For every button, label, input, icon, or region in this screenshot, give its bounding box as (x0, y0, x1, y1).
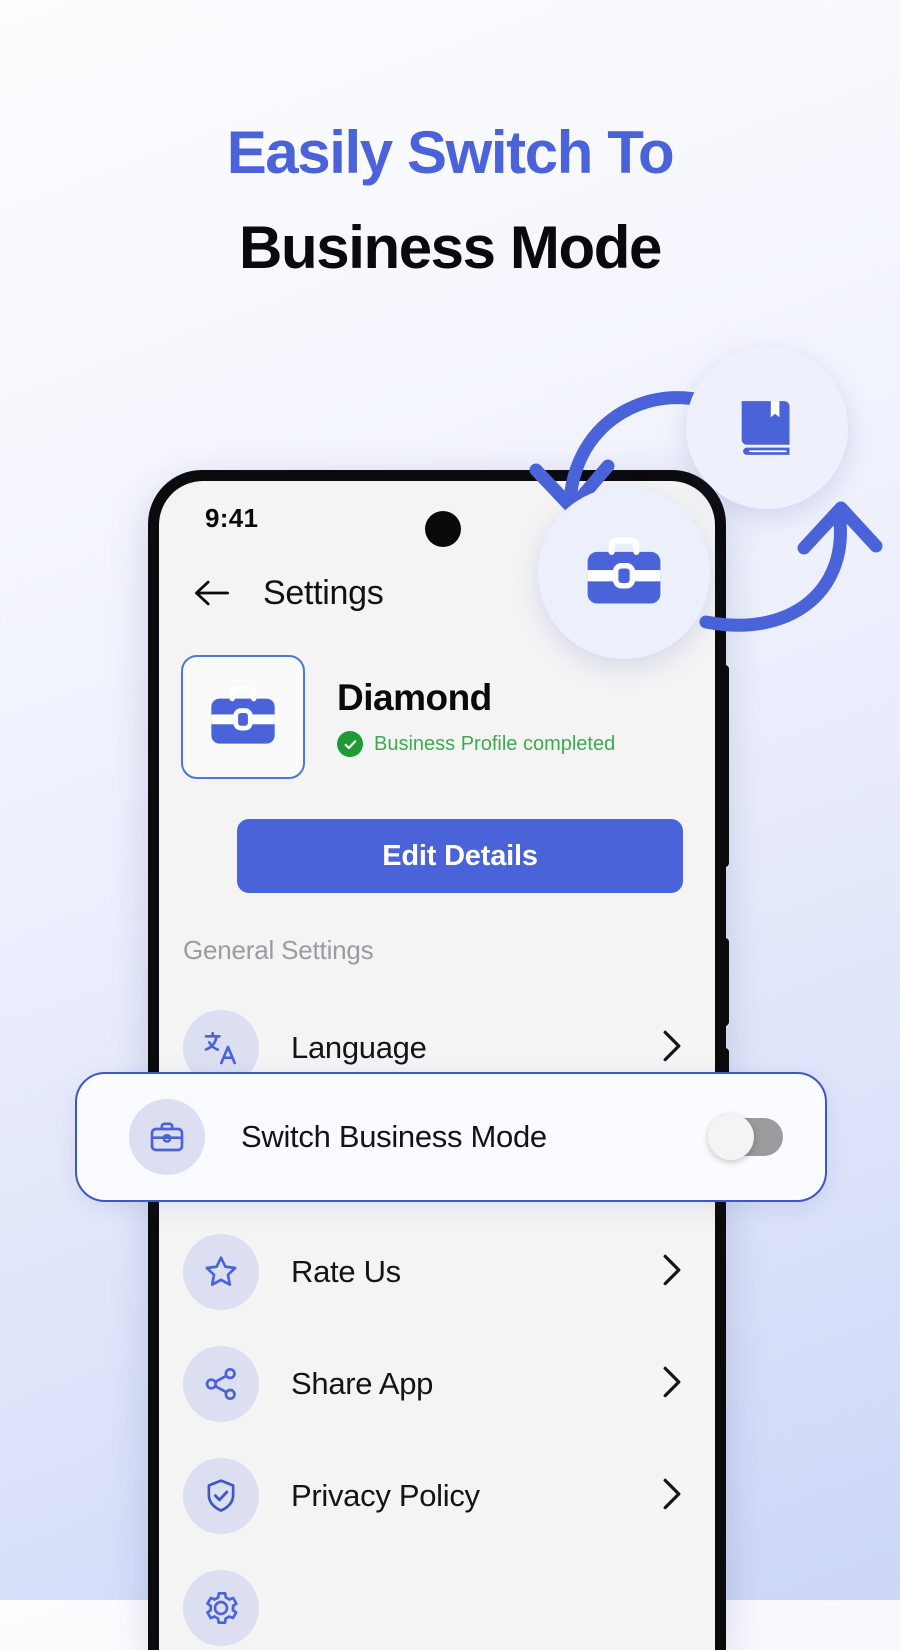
chevron-glyph (663, 1030, 681, 1061)
volume-button[interactable] (722, 665, 729, 867)
chevron-right-icon (661, 1477, 683, 1516)
page-title: Easily Switch To Business Mode (0, 119, 900, 282)
chevron-right-icon (661, 1365, 683, 1404)
back-button[interactable] (183, 564, 241, 622)
setting-row-rate-us[interactable]: Rate Us (159, 1216, 715, 1328)
power-button[interactable] (722, 938, 729, 1026)
setting-label: Language (291, 1030, 427, 1065)
briefcase-icon (211, 686, 275, 744)
star-icon (183, 1234, 259, 1310)
setting-row-privacy-policy[interactable]: Privacy Policy (159, 1440, 715, 1552)
briefcase-outline-glyph (150, 1122, 184, 1152)
toggle-knob (708, 1114, 754, 1160)
check-glyph (344, 739, 356, 749)
share-icon (183, 1346, 259, 1422)
chevron-right-icon (661, 1253, 683, 1292)
setting-row-share-app[interactable]: Share App (159, 1328, 715, 1440)
shield-check-glyph (207, 1479, 235, 1512)
chevron-glyph (663, 1478, 681, 1509)
setting-label: Rate Us (291, 1254, 401, 1289)
shield-check-icon (183, 1458, 259, 1534)
avatar (181, 655, 305, 779)
settings-gear-icon (183, 1570, 259, 1646)
briefcase-outline-icon (129, 1099, 205, 1175)
headline-line-1: Easily Switch To (226, 119, 675, 186)
edit-details-button[interactable]: Edit Details (237, 819, 683, 893)
arrow-left-icon (195, 580, 229, 606)
setting-label: Share App (291, 1366, 434, 1401)
check-circle-icon (337, 731, 363, 757)
camera-punch-hole (425, 511, 461, 547)
profile-status-text: Business Profile completed (374, 732, 616, 755)
setting-row-partial[interactable] (159, 1552, 715, 1650)
status-time: 9:41 (205, 502, 259, 533)
briefcase-icon (587, 537, 661, 604)
setting-label: Privacy Policy (291, 1478, 480, 1513)
book-icon (741, 401, 790, 455)
book-badge (686, 347, 848, 509)
switch-business-mode-label: Switch Business Mode (241, 1119, 547, 1154)
gear-glyph (206, 1592, 238, 1624)
share-glyph (205, 1368, 236, 1401)
app-bar-title: Settings (263, 573, 384, 612)
chevron-right-icon (661, 1029, 683, 1068)
chevron-glyph (663, 1366, 681, 1397)
section-label-general-settings: General Settings (183, 935, 374, 965)
business-mode-toggle[interactable] (708, 1114, 783, 1160)
chevron-glyph (663, 1254, 681, 1285)
headline-line-2: Business Mode (239, 214, 662, 282)
switch-business-mode-row[interactable]: Switch Business Mode (75, 1072, 827, 1202)
briefcase-badge (538, 487, 710, 659)
translate-glyph (204, 1032, 236, 1065)
star-glyph (205, 1256, 237, 1286)
